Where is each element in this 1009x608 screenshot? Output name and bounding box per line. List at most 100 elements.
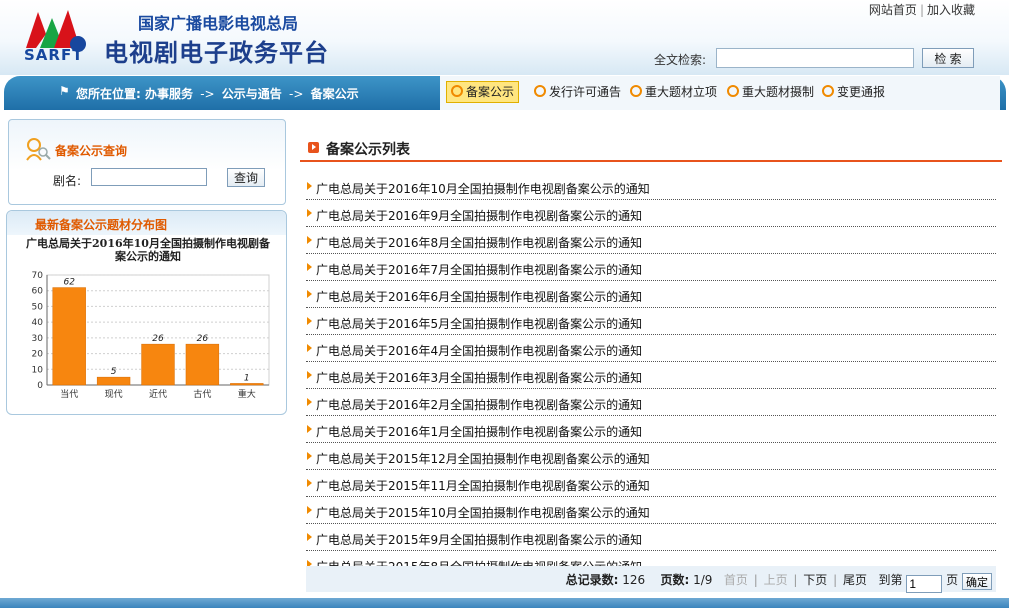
tab-major-project-production[interactable]: 重大题材摄制: [727, 82, 814, 102]
chart-panel-title: 最新备案公示题材分布图: [35, 218, 168, 232]
pager-separator: |: [753, 573, 758, 587]
last-page-link[interactable]: 尾页: [843, 573, 867, 587]
pagination-bar: 总记录数: 126 页数: 1/9 首页 | 上页 | 下页 | 尾页 到第 页…: [306, 566, 996, 593]
list-item: 广电总局关于2015年11月全国拍摄制作电视剧备案公示的通知: [306, 471, 996, 497]
bar-chart: 0 10 20 30 40 50 60 70 62 当代 5 现代 26 近代 26 古代 1 重大: [32, 271, 270, 400]
page-unit-label: 页: [946, 573, 959, 587]
triangle-bullet-icon: [307, 317, 312, 325]
logo-text: SARFT: [24, 46, 84, 64]
list-title-bar: 备案公示列表: [300, 136, 1002, 162]
notice-link[interactable]: 广电总局关于2016年8月全国拍摄制作电视剧备案公示的通知: [316, 234, 642, 251]
breadcrumb-arrow: ->: [288, 87, 304, 101]
location-label: 您所在位置:: [76, 87, 141, 101]
notice-link[interactable]: 广电总局关于2016年9月全国拍摄制作电视剧备案公示的通知: [316, 207, 642, 224]
flag-icon: ⚑: [59, 84, 70, 98]
triangle-bullet-icon: [307, 209, 312, 217]
bar: [141, 343, 175, 386]
list-item: 广电总局关于2016年6月全国拍摄制作电视剧备案公示的通知: [306, 282, 996, 308]
data-label: 1: [244, 373, 250, 383]
notice-link[interactable]: 广电总局关于2016年6月全国拍摄制作电视剧备案公示的通知: [316, 288, 642, 305]
breadcrumb-item-filing[interactable]: 备案公示: [311, 87, 359, 101]
pager-separator: |: [793, 573, 798, 587]
query-button[interactable]: 查询: [227, 168, 265, 187]
tab-filing-notice[interactable]: 备案公示: [446, 81, 520, 103]
tab-change-notice[interactable]: 变更通报: [822, 82, 885, 102]
tab-major-project-approval[interactable]: 重大题材立项: [630, 82, 717, 102]
nav-bar: ⚑ 您所在位置: 办事服务 -> 公示与通告 -> 备案公示 备案公示 发行许可…: [4, 76, 1006, 110]
tab-label: 重大题材摄制: [742, 85, 815, 99]
notice-link[interactable]: 广电总局关于2016年7月全国拍摄制作电视剧备案公示的通知: [316, 261, 642, 278]
circle-bullet-icon: [534, 85, 546, 97]
y-tick-label: 0: [37, 381, 43, 391]
triangle-bullet-icon: [307, 398, 312, 406]
fulltext-search-label: 全文检索:: [654, 53, 707, 67]
people-search-icon: [26, 138, 51, 161]
goto-label: 到第: [878, 573, 903, 587]
list-item: 广电总局关于2016年8月全国拍摄制作电视剧备案公示的通知: [306, 228, 996, 254]
y-tick-label: 70: [32, 271, 44, 281]
x-tick-label: 现代: [105, 389, 123, 400]
circle-bullet-icon: [727, 85, 739, 97]
home-link[interactable]: 网站首页: [869, 3, 917, 17]
play-square-icon: [308, 142, 319, 153]
chart-title: 广电总局关于2016年10月全国拍摄制作电视剧备案公示的通知: [26, 237, 270, 263]
breadcrumb: 您所在位置: 办事服务 -> 公示与通告 -> 备案公示: [76, 85, 359, 102]
list-item: 广电总局关于2016年4月全国拍摄制作电视剧备案公示的通知: [306, 336, 996, 362]
notice-link[interactable]: 广电总局关于2015年9月全国拍摄制作电视剧备案公示的通知: [316, 531, 642, 548]
pagination: 总记录数: 126 页数: 1/9 首页 | 上页 | 下页 | 尾页 到第 页…: [566, 571, 992, 593]
bar: [52, 287, 86, 386]
list-item: 广电总局关于2016年9月全国拍摄制作电视剧备案公示的通知: [306, 201, 996, 227]
circle-bullet-icon: [451, 85, 463, 97]
triangle-bullet-icon: [307, 182, 312, 190]
y-tick-label: 10: [32, 365, 44, 375]
notice-link[interactable]: 广电总局关于2016年1月全国拍摄制作电视剧备案公示的通知: [316, 423, 642, 440]
notice-link[interactable]: 广电总局关于2016年10月全国拍摄制作电视剧备案公示的通知: [316, 180, 650, 197]
org-name: 国家广播电影电视总局: [138, 14, 299, 33]
nav-tabs-area: [440, 76, 1000, 110]
list-item: 广电总局关于2015年12月全国拍摄制作电视剧备案公示的通知: [306, 444, 996, 470]
list-item: 广电总局关于2016年5月全国拍摄制作电视剧备案公示的通知: [306, 309, 996, 335]
bar: [96, 376, 131, 386]
notice-link[interactable]: 广电总局关于2016年4月全国拍摄制作电视剧备案公示的通知: [316, 342, 642, 359]
notice-link[interactable]: 广电总局关于2015年12月全国拍摄制作电视剧备案公示的通知: [316, 450, 650, 467]
triangle-bullet-icon: [307, 290, 312, 298]
notice-link[interactable]: 广电总局关于2016年2月全国拍摄制作电视剧备案公示的通知: [316, 396, 642, 413]
link-separator: |: [919, 3, 924, 17]
confirm-goto-button[interactable]: 确定: [962, 573, 992, 590]
notice-link[interactable]: 广电总局关于2016年5月全国拍摄制作电视剧备案公示的通知: [316, 315, 642, 332]
breadcrumb-item-services[interactable]: 办事服务: [145, 87, 193, 101]
add-favorite-link[interactable]: 加入收藏: [927, 3, 975, 17]
notice-link[interactable]: 广电总局关于2015年10月全国拍摄制作电视剧备案公示的通知: [316, 504, 650, 521]
triangle-bullet-icon: [307, 344, 312, 352]
breadcrumb-item-notices[interactable]: 公示与通告: [222, 87, 282, 101]
breadcrumb-arrow: ->: [200, 87, 215, 101]
list-title: 备案公示列表: [326, 142, 410, 158]
search-button[interactable]: 检 索: [922, 48, 974, 68]
tab-label: 重大题材立项: [645, 85, 718, 99]
fulltext-search-input[interactable]: [716, 48, 914, 68]
y-tick-label: 20: [32, 350, 44, 360]
x-tick-label: 当代: [60, 388, 78, 400]
x-tick-label: 古代: [193, 388, 211, 400]
list-item: 广电总局关于2016年7月全国拍摄制作电视剧备案公示的通知: [306, 255, 996, 281]
tab-distribution-license[interactable]: 发行许可通告: [534, 82, 621, 102]
notice-link[interactable]: 广电总局关于2016年3月全国拍摄制作电视剧备案公示的通知: [316, 369, 642, 386]
triangle-bullet-icon: [307, 479, 312, 487]
next-page-link[interactable]: 下页: [803, 573, 827, 587]
triangle-bullet-icon: [307, 506, 312, 514]
total-records-label: 总记录数:: [565, 573, 619, 587]
circle-bullet-icon: [822, 85, 834, 97]
y-tick-label: 40: [32, 318, 44, 328]
data-label: 62: [63, 278, 75, 288]
notice-link[interactable]: 广电总局关于2015年11月全国拍摄制作电视剧备案公示的通知: [316, 477, 650, 494]
drama-name-input[interactable]: [91, 168, 207, 186]
first-page-link: 首页: [723, 573, 748, 587]
goto-page-input[interactable]: [906, 575, 943, 593]
chart-panel-header: 最新备案公示题材分布图: [7, 211, 286, 235]
page-count-label: 页数:: [660, 573, 690, 587]
drama-name-label: 剧名:: [53, 174, 82, 188]
x-tick-label: 近代: [149, 388, 167, 400]
pager-separator: |: [833, 573, 838, 587]
x-tick-label: 重大: [238, 388, 256, 400]
list-item: 广电总局关于2015年10月全国拍摄制作电视剧备案公示的通知: [306, 498, 996, 524]
